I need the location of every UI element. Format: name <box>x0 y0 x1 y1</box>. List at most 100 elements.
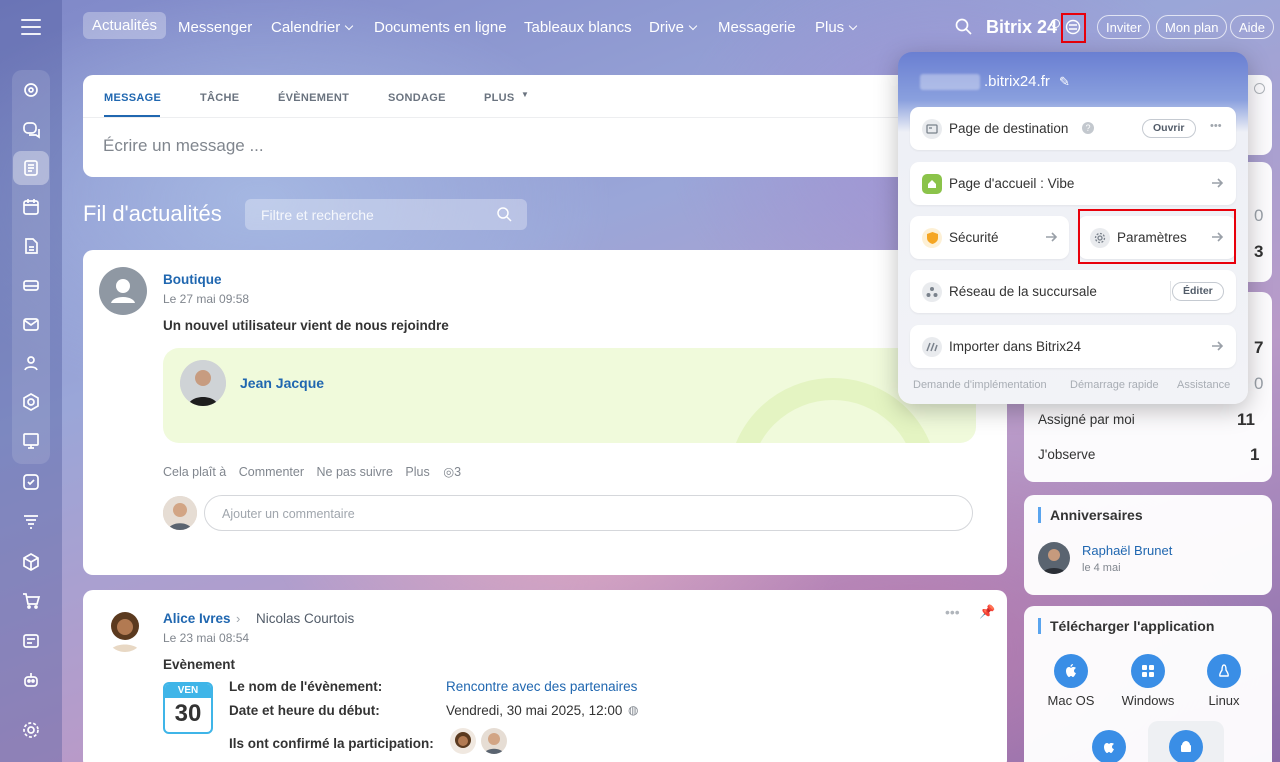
nav-tab-messenger[interactable]: Messenger <box>178 19 252 36</box>
more-dots-icon[interactable]: ••• <box>945 604 960 620</box>
drive-icon[interactable] <box>13 268 49 302</box>
menu-item-branch[interactable]: Réseau de la succursale Éditer <box>910 270 1236 313</box>
unfollow-link[interactable]: Ne pas suivre <box>317 465 393 479</box>
nav-tab-drive[interactable]: Drive <box>649 19 698 36</box>
tasks-icon[interactable] <box>13 465 49 499</box>
windows-icon[interactable] <box>1131 654 1165 688</box>
box-icon[interactable] <box>13 545 49 579</box>
edit-button[interactable]: Éditer <box>1172 282 1224 301</box>
message-input[interactable]: Écrire un message ... <box>103 136 264 156</box>
nav-tab-documents[interactable]: Documents en ligne <box>374 19 507 36</box>
calendar-day: VEN <box>165 684 211 698</box>
invite-button[interactable]: Inviter <box>1097 15 1151 39</box>
post-actions: Cela plaît à Commenter Ne pas suivre Plu… <box>163 464 461 479</box>
menu-item-label: Réseau de la succursale <box>949 284 1097 299</box>
search-icon[interactable] <box>496 206 512 222</box>
mail-icon[interactable] <box>13 307 49 341</box>
event-name-value[interactable]: Rencontre avec des partenaires <box>446 679 637 694</box>
more-link[interactable]: Plus <box>405 465 429 479</box>
feed-icon[interactable] <box>13 151 49 185</box>
widget-title: Télécharger l'application <box>1038 618 1214 634</box>
post-author[interactable]: Alice Ivres <box>163 611 231 626</box>
comment-link[interactable]: Commenter <box>239 465 304 479</box>
robot-icon[interactable] <box>13 663 49 697</box>
arrow-right-icon <box>1044 230 1058 244</box>
tab-more[interactable]: PLUS <box>484 92 515 104</box>
shield-icon <box>922 228 942 248</box>
counter: 7 <box>1254 338 1264 357</box>
app-label-macos[interactable]: Mac OS <box>1031 693 1111 708</box>
menu-item-landing[interactable]: Page de destination ? Ouvrir ••• <box>910 107 1236 150</box>
avatar[interactable] <box>99 267 147 315</box>
nav-tab-mail[interactable]: Messagerie <box>718 19 796 36</box>
menu-item-security[interactable]: Sécurité <box>910 216 1069 259</box>
new-user-name[interactable]: Jean Jacque <box>240 375 324 391</box>
eye-icon: ◎ <box>443 465 455 479</box>
avatar[interactable] <box>180 360 226 406</box>
nav-tab-whiteboards[interactable]: Tableaux blancs <box>524 19 632 36</box>
linux-icon[interactable] <box>1207 654 1241 688</box>
more-dots-icon[interactable]: ••• <box>1210 120 1222 132</box>
like-link[interactable]: Cela plaît à <box>163 465 226 479</box>
help-icon[interactable] <box>1254 83 1265 94</box>
filter-search-input[interactable]: Filtre et recherche <box>245 199 527 230</box>
avatar[interactable] <box>104 606 146 652</box>
tasks-row-count[interactable]: 11 <box>1237 410 1255 430</box>
post-author[interactable]: Boutique <box>163 272 222 287</box>
avatar[interactable] <box>1038 542 1070 574</box>
footer-link-support[interactable]: Assistance <box>1177 379 1230 391</box>
cart-icon[interactable] <box>13 584 49 618</box>
avatar[interactable] <box>163 496 197 530</box>
birthday-date: le 4 mai <box>1082 562 1121 574</box>
id-card-icon[interactable] <box>13 624 49 658</box>
search-icon[interactable] <box>955 18 972 40</box>
tasks-row-label[interactable]: Assigné par moi <box>1038 412 1135 427</box>
edit-pencil-icon[interactable]: ✎ <box>1059 74 1070 90</box>
documents-icon[interactable] <box>13 229 49 263</box>
pin-icon[interactable]: 📌 <box>979 604 995 620</box>
footer-link-implementation[interactable]: Demande d'implémentation <box>913 379 1047 391</box>
nav-tab-feed[interactable]: Actualités <box>83 12 167 39</box>
brand-logo: Bitrix 24 <box>986 17 1058 37</box>
nav-tab-more[interactable]: Plus <box>815 19 858 36</box>
help-button[interactable]: Aide <box>1230 15 1275 39</box>
tab-poll[interactable]: SONDAGE <box>388 92 446 104</box>
birthday-name[interactable]: Raphaël Brunet <box>1082 543 1172 558</box>
divider <box>1170 281 1171 301</box>
tasks-row-count[interactable]: 1 <box>1250 445 1259 465</box>
post-date[interactable]: Le 23 mai 08:54 <box>163 631 249 645</box>
groups-icon[interactable] <box>13 385 49 419</box>
avatar[interactable] <box>481 728 507 754</box>
hamburger-menu-icon[interactable] <box>21 19 41 35</box>
settings-gear-icon[interactable] <box>13 713 49 747</box>
home-icon <box>922 174 942 194</box>
android-icon[interactable] <box>1169 730 1203 762</box>
post-date[interactable]: Le 27 mai 09:58 <box>163 292 249 306</box>
crm-funnel-icon[interactable] <box>13 504 49 538</box>
settings-toggle-highlight[interactable] <box>1061 13 1086 43</box>
calendar-icon[interactable] <box>13 190 49 224</box>
tab-event[interactable]: ÉVÈNEMENT <box>278 92 349 104</box>
apple-icon[interactable] <box>1054 654 1088 688</box>
messenger-icon[interactable] <box>13 112 49 146</box>
menu-item-home[interactable]: Page d'accueil : Vibe <box>910 162 1236 205</box>
my-plan-button[interactable]: Mon plan <box>1156 15 1228 39</box>
help-icon[interactable]: ? <box>1082 122 1094 134</box>
nav-tab-calendar[interactable]: Calendrier <box>271 19 354 36</box>
chat-bubbles-icon[interactable] <box>13 73 49 107</box>
menu-item-import[interactable]: Importer dans Bitrix24 <box>910 325 1236 368</box>
footer-link-quickstart[interactable]: Démarrage rapide <box>1070 379 1159 391</box>
comment-input[interactable]: Ajouter un commentaire <box>204 495 973 531</box>
tab-message[interactable]: MESSAGE <box>104 92 161 104</box>
open-button[interactable]: Ouvrir <box>1142 119 1196 138</box>
tasks-row-label[interactable]: J'observe <box>1038 447 1095 462</box>
app-label-linux[interactable]: Linux <box>1184 693 1264 708</box>
tab-task[interactable]: TÂCHE <box>200 92 239 104</box>
redacted-subdomain <box>920 74 980 90</box>
board-icon[interactable] <box>13 424 49 458</box>
post-recipient[interactable]: Nicolas Courtois <box>256 611 354 626</box>
avatar[interactable] <box>450 728 476 754</box>
contacts-icon[interactable] <box>13 346 49 380</box>
apple-mobile-icon[interactable] <box>1092 730 1126 762</box>
app-label-windows[interactable]: Windows <box>1108 693 1188 708</box>
